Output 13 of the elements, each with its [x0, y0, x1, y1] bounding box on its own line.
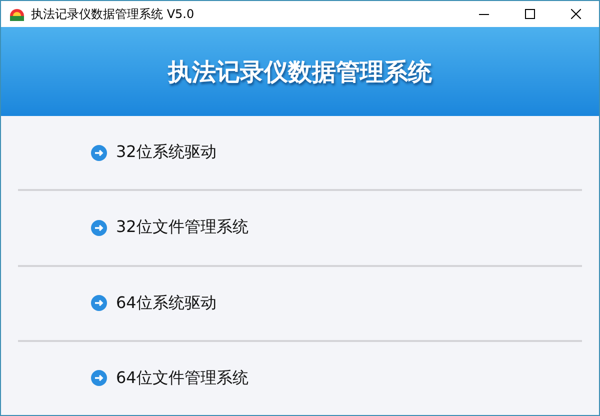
app-logo-icon [9, 6, 25, 22]
arrow-circle-icon [91, 370, 107, 386]
arrow-circle-icon [91, 144, 107, 161]
arrow-circle-icon [91, 220, 107, 236]
menu-link[interactable]: 64位文件管理系统 [91, 368, 248, 389]
menu-link[interactable]: 32位文件管理系统 [91, 217, 248, 238]
app-title: 执法记录仪数据管理系统 [168, 56, 432, 88]
arrow-circle-icon [91, 295, 107, 312]
window-title: 执法记录仪数据管理系统 V5.0 [31, 6, 196, 22]
menu-link[interactable]: 64位系统驱动 [91, 292, 216, 314]
close-icon [571, 9, 581, 19]
maximize-icon [525, 9, 535, 19]
menu-link[interactable]: 32位系统驱动 [91, 142, 216, 164]
